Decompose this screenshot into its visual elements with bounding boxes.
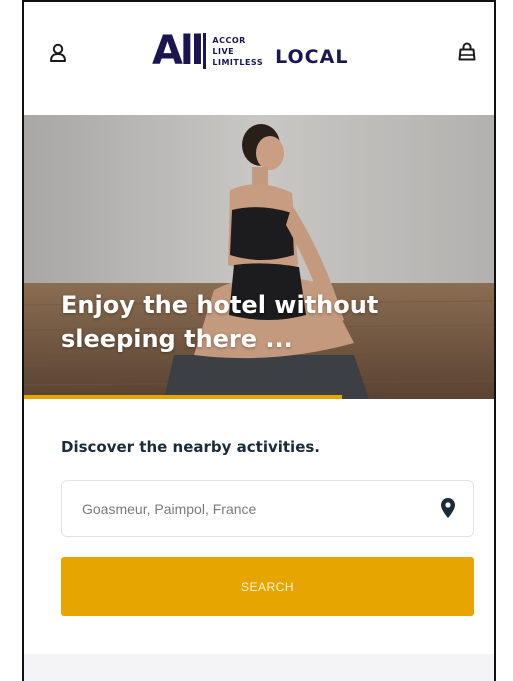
location-input[interactable]	[62, 481, 422, 536]
app-frame: All ACCOR LIVE LIMITLESS LOCAL Enjoy the…	[22, 0, 496, 681]
hero-photo	[24, 115, 494, 399]
location-pin-icon[interactable]	[441, 498, 455, 518]
search-panel: Discover the nearby activities. SEARCH	[24, 399, 494, 656]
shopping-bag-icon	[458, 42, 476, 61]
logo-line-live: LIVE	[212, 46, 235, 56]
logo-tagline: ACCOR LIVE LIMITLESS	[212, 35, 263, 68]
header: All ACCOR LIVE LIMITLESS LOCAL	[24, 2, 494, 115]
search-button[interactable]: SEARCH	[61, 557, 474, 616]
logo-divider	[203, 33, 207, 69]
hero-title: Enjoy the hotel without sleeping there .…	[61, 291, 379, 353]
brand-logo[interactable]: All ACCOR LIVE LIMITLESS LOCAL	[152, 28, 348, 74]
account-button[interactable]	[45, 40, 71, 66]
footer-strip	[24, 654, 494, 681]
logo-local-text: LOCAL	[275, 46, 349, 68]
logo-line-accor: ACCOR	[212, 35, 246, 45]
location-field[interactable]	[61, 480, 474, 537]
cart-button[interactable]	[454, 39, 480, 65]
logo-line-limitless: LIMITLESS	[212, 57, 264, 67]
logo-all-text: All	[152, 28, 204, 74]
search-heading: Discover the nearby activities.	[61, 438, 320, 456]
hero-banner: Enjoy the hotel without sleeping there .…	[24, 115, 494, 399]
user-icon	[50, 43, 66, 62]
